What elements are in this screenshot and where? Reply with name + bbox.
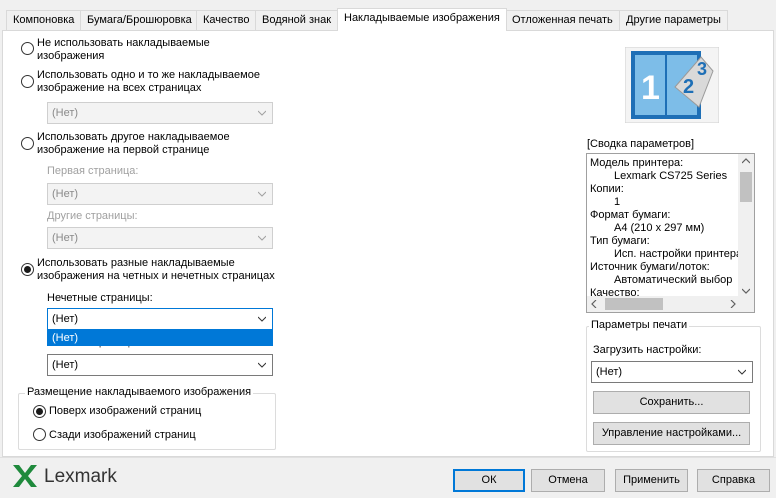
chevron-down-icon <box>738 369 746 375</box>
preview-digit-1: 1 <box>641 69 660 107</box>
odd-pages-label: Нечетные страницы: <box>47 292 153 304</box>
tab-label: Бумага/Брошюровка <box>87 14 192 26</box>
load-settings-combo[interactable]: (Нет) <box>591 361 753 383</box>
radio-first-page-overlay[interactable] <box>21 137 34 150</box>
tab-layout[interactable]: Компоновка <box>6 10 82 30</box>
summary-list[interactable]: Модель принтера: Lexmark CS725 Series Ко… <box>586 153 755 313</box>
radio-first-page-label-2: изображение на первой странице <box>37 144 210 156</box>
tab-label: Качество <box>203 14 250 26</box>
radio-no-overlay[interactable] <box>21 42 34 55</box>
tab-other-options[interactable]: Другие параметры <box>619 10 728 30</box>
combo-value: (Нет) <box>596 366 623 378</box>
combo-value: (Нет) <box>52 107 79 119</box>
radio-first-page-label-1: Использовать другое накладываемое <box>37 131 230 143</box>
chevron-down-icon <box>258 110 266 116</box>
summary-line: A4 (210 x 297 мм) <box>614 222 705 234</box>
combo-value: (Нет) <box>52 313 79 325</box>
ok-button[interactable]: ОК <box>453 469 525 492</box>
same-overlay-combo[interactable]: (Нет) <box>47 102 273 124</box>
cancel-button[interactable]: Отмена <box>531 469 605 492</box>
print-params-title: Параметры печати <box>589 319 690 331</box>
summary-horizontal-scrollbar[interactable] <box>587 296 740 312</box>
tab-overlays[interactable]: Накладываемые изображения <box>337 8 507 31</box>
tab-paper-finishing[interactable]: Бумага/Брошюровка <box>80 10 199 30</box>
summary-title: [Сводка параметров] <box>587 138 695 150</box>
tab-bar: Компоновка Бумага/Брошюровка Качество Во… <box>0 8 776 31</box>
tab-watermark[interactable]: Водяной знак <box>255 10 339 30</box>
combo-value: (Нет) <box>52 232 79 244</box>
radio-overlay-under[interactable] <box>33 428 46 441</box>
summary-line: Копии: <box>590 183 624 195</box>
summary-vertical-scrollbar[interactable] <box>738 154 754 298</box>
odd-pages-dropdown-option[interactable]: (Нет) <box>47 329 273 346</box>
radio-odd-even-label-2: изображения на четных и нечетных страниц… <box>37 270 275 282</box>
radio-no-overlay-label-1: Не использовать накладываемые <box>37 37 210 49</box>
manage-settings-button[interactable]: Управление настройками... <box>593 422 750 445</box>
radio-overlay-under-label: Сзади изображений страниц <box>49 429 196 441</box>
tab-label: Другие параметры <box>626 14 721 26</box>
summary-line: Модель принтера: <box>590 157 684 169</box>
summary-line: Источник бумаги/лоток: <box>590 261 710 273</box>
radio-no-overlay-label-2: изображения <box>37 50 105 62</box>
scroll-left-icon[interactable] <box>591 300 597 308</box>
tab-held-jobs[interactable]: Отложенная печать <box>505 10 620 30</box>
other-pages-combo[interactable]: (Нет) <box>47 227 273 249</box>
chevron-down-icon <box>258 235 266 241</box>
other-pages-label: Другие страницы: <box>47 210 138 222</box>
radio-odd-even-overlay[interactable] <box>21 263 34 276</box>
footer-divider <box>0 457 776 458</box>
first-page-label: Первая страница: <box>47 165 139 177</box>
chevron-down-icon <box>258 316 266 322</box>
scroll-thumb[interactable] <box>740 172 752 202</box>
dropdown-option-label: (Нет) <box>52 332 79 344</box>
apply-button[interactable]: Применить <box>615 469 688 492</box>
odd-pages-combo[interactable]: (Нет) <box>47 308 273 330</box>
summary-line: Тип бумаги: <box>590 235 650 247</box>
first-page-combo[interactable]: (Нет) <box>47 183 273 205</box>
preview-digit-3: 3 <box>697 59 707 79</box>
radio-same-overlay[interactable] <box>21 75 34 88</box>
brand-name: Lexmark <box>44 466 117 487</box>
radio-same-overlay-label-2: изображение на всех страницах <box>37 82 202 94</box>
save-settings-button[interactable]: Сохранить... <box>593 391 750 414</box>
preview-digit-2: 2 <box>683 76 694 98</box>
chevron-down-icon <box>258 191 266 197</box>
help-button[interactable]: Справка <box>697 469 770 492</box>
tab-label: Отложенная печать <box>512 14 613 26</box>
summary-line: Исп. настройки принтера <box>614 248 743 260</box>
summary-line: Формат бумаги: <box>590 209 671 221</box>
chevron-down-icon <box>258 362 266 368</box>
lexmark-logo-icon <box>13 465 37 487</box>
tab-label: Водяной знак <box>262 14 332 26</box>
radio-odd-even-label-1: Использовать разные накладываемые <box>37 257 235 269</box>
radio-overlay-over[interactable] <box>33 405 46 418</box>
tab-label: Компоновка <box>13 14 75 26</box>
placement-group-title: Размещение накладываемого изображения <box>25 386 254 398</box>
overlay-preview-image: 1 2 3 <box>625 47 719 123</box>
tab-label: Накладываемые изображения <box>344 12 500 24</box>
summary-line: Автоматический выбор <box>614 274 733 286</box>
tab-quality[interactable]: Качество <box>196 10 257 30</box>
radio-same-overlay-label-1: Использовать одно и то же накладываемое <box>37 69 260 81</box>
scroll-down-icon[interactable] <box>742 288 750 294</box>
combo-value: (Нет) <box>52 188 79 200</box>
even-pages-combo[interactable]: (Нет) <box>47 354 273 376</box>
scroll-up-icon[interactable] <box>742 158 750 164</box>
summary-line: Lexmark CS725 Series <box>614 170 728 182</box>
scrollbar-corner <box>738 296 754 312</box>
load-settings-label: Загрузить настройки: <box>593 344 702 356</box>
scroll-right-icon[interactable] <box>730 300 736 308</box>
radio-overlay-over-label: Поверх изображений страниц <box>49 405 202 417</box>
combo-value: (Нет) <box>52 359 79 371</box>
summary-line: 1 <box>614 196 621 208</box>
scroll-thumb[interactable] <box>605 298 663 310</box>
